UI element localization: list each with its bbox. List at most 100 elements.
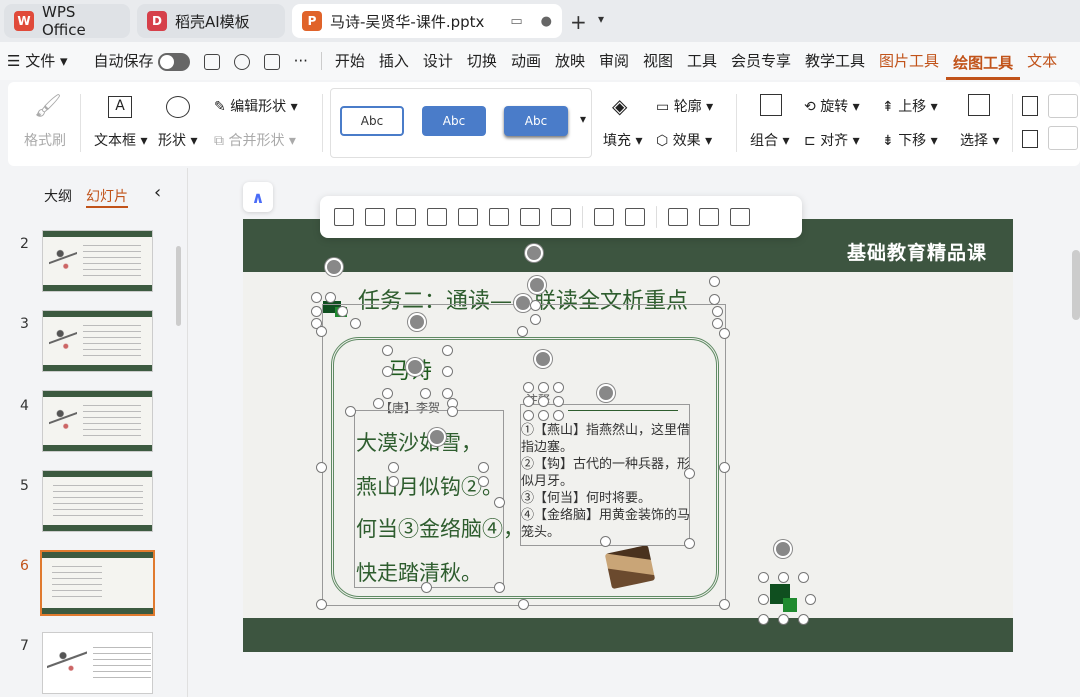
resize-handle[interactable] xyxy=(420,388,431,399)
tab-current-pptx[interactable]: P 马诗-吴贤华-课件.pptx ▭ ● xyxy=(292,4,562,38)
resize-handle[interactable] xyxy=(538,396,549,407)
collapse-panel-icon[interactable]: ‹ xyxy=(154,182,161,203)
menu-item-transition[interactable]: 切换 xyxy=(460,42,504,80)
resize-handle[interactable] xyxy=(316,326,327,337)
resize-handle[interactable] xyxy=(478,476,489,487)
resize-handle[interactable] xyxy=(316,462,327,473)
textbox-button[interactable]: 文本框 ▾ xyxy=(94,130,147,150)
autosave-toggle[interactable]: 自动保存 xyxy=(87,42,197,80)
unsaved-dot-icon[interactable]: ● xyxy=(541,14,552,29)
align-middle-icon[interactable] xyxy=(489,208,509,226)
resize-handle[interactable] xyxy=(494,582,505,593)
resize-handle[interactable] xyxy=(709,294,720,305)
resize-handle[interactable] xyxy=(684,468,695,479)
align-top-icon[interactable] xyxy=(458,208,478,226)
window-icon[interactable]: ▭ xyxy=(510,14,522,29)
resize-handle[interactable] xyxy=(709,276,720,287)
resize-handle[interactable] xyxy=(447,406,458,417)
format-painter-button[interactable]: 格式刷 xyxy=(24,130,66,150)
resize-handle[interactable] xyxy=(530,300,541,311)
style-sample-shadow[interactable]: Abc xyxy=(504,106,568,136)
send-backward-button[interactable]: ⇟ 下移 ▾ xyxy=(882,130,938,150)
resize-handle[interactable] xyxy=(518,599,529,610)
resize-handle[interactable] xyxy=(478,462,489,473)
resize-handle[interactable] xyxy=(538,382,549,393)
resize-handle[interactable] xyxy=(805,594,816,605)
resize-handle[interactable] xyxy=(553,410,564,421)
resize-handle[interactable] xyxy=(798,572,809,583)
align-left-icon[interactable] xyxy=(365,208,385,226)
bring-forward-button[interactable]: ⇞ 上移 ▾ xyxy=(882,96,938,116)
resize-handle[interactable] xyxy=(388,476,399,487)
group-objects-icon[interactable] xyxy=(668,208,688,226)
resize-handle[interactable] xyxy=(758,572,769,583)
menu-item-start[interactable]: 开始 xyxy=(328,42,372,80)
resize-handle[interactable] xyxy=(758,594,769,605)
resize-handle[interactable] xyxy=(523,410,534,421)
resize-handle[interactable] xyxy=(373,398,384,409)
slide-thumbnail-selected[interactable] xyxy=(40,550,155,616)
group-button[interactable]: 组合 ▾ xyxy=(750,130,789,150)
canvas-scrollbar[interactable] xyxy=(1072,250,1080,320)
menu-item-design[interactable]: 设计 xyxy=(416,42,460,80)
resize-handle[interactable] xyxy=(311,292,322,303)
select-button[interactable]: 选择 ▾ xyxy=(960,130,999,150)
fill-button[interactable]: 填充 ▾ xyxy=(603,130,642,150)
slide-thumbnail[interactable] xyxy=(42,230,153,292)
menu-item-drawing-tools[interactable]: 绘图工具 xyxy=(946,46,1021,80)
rotate-handle-icon[interactable] xyxy=(428,428,446,446)
tab-wps-office[interactable]: W WPS Office xyxy=(4,3,130,39)
resize-handle[interactable] xyxy=(421,582,432,593)
shape-button[interactable]: 形状 ▾ xyxy=(158,130,197,150)
style-sample-outline[interactable]: Abc xyxy=(340,106,404,136)
tab-outline[interactable]: 大纲 xyxy=(44,186,72,206)
more-icon[interactable]: ··· xyxy=(287,42,315,80)
style-sample-fill[interactable]: Abc xyxy=(422,106,486,136)
decor-square-icon[interactable] xyxy=(783,598,797,612)
edit-shape-button[interactable]: ✎ 编辑形状 ▾ xyxy=(214,96,298,116)
resize-handle[interactable] xyxy=(442,366,453,377)
rotate-handle-icon[interactable] xyxy=(534,350,552,368)
slide-thumbnail[interactable] xyxy=(42,470,153,532)
ai-assistant-icon[interactable]: ∧ xyxy=(243,182,273,212)
slide-thumbnail[interactable] xyxy=(42,390,153,452)
print-icon[interactable] xyxy=(257,42,287,80)
distribute-icon[interactable] xyxy=(551,208,571,226)
resize-handle[interactable] xyxy=(382,366,393,377)
save-icon[interactable] xyxy=(197,42,227,80)
resize-handle[interactable] xyxy=(719,599,730,610)
resize-handle[interactable] xyxy=(553,382,564,393)
tab-slides[interactable]: 幻灯片 xyxy=(86,186,128,208)
select-pane-icon[interactable] xyxy=(730,208,750,226)
outline-button[interactable]: ▭ 轮廓 ▾ xyxy=(656,96,713,116)
tab-docer-ai[interactable]: D 稻壳AI模板 xyxy=(137,4,285,38)
resize-handle[interactable] xyxy=(442,345,453,356)
resize-handle[interactable] xyxy=(553,396,564,407)
new-tab-button[interactable]: + xyxy=(570,10,587,34)
resize-handle[interactable] xyxy=(684,538,695,549)
align-button[interactable]: ⊏ 对齐 ▾ xyxy=(804,130,860,150)
effect-button[interactable]: ⬡ 效果 ▾ xyxy=(656,130,712,150)
resize-handle[interactable] xyxy=(758,614,769,625)
resize-handle[interactable] xyxy=(778,614,789,625)
rotate-handle-icon[interactable] xyxy=(406,358,424,376)
align-menu-icon[interactable] xyxy=(334,208,354,226)
resize-handle[interactable] xyxy=(712,306,723,317)
menu-item-insert[interactable]: 插入 xyxy=(372,42,416,80)
resize-handle[interactable] xyxy=(382,388,393,399)
menu-item-teaching[interactable]: 教学工具 xyxy=(798,42,872,80)
slide-thumbnail[interactable] xyxy=(42,632,153,694)
resize-handle[interactable] xyxy=(719,462,730,473)
resize-handle[interactable] xyxy=(798,614,809,625)
rotate-button[interactable]: ⟲ 旋转 ▾ xyxy=(804,96,860,116)
slide-thumbnail[interactable] xyxy=(42,310,153,372)
align-center-icon[interactable] xyxy=(396,208,416,226)
resize-handle[interactable] xyxy=(517,326,528,337)
rotate-handle-icon[interactable] xyxy=(528,276,546,294)
resize-handle[interactable] xyxy=(345,406,356,417)
export-icon[interactable] xyxy=(227,42,257,80)
distribute-vertical-icon[interactable] xyxy=(625,208,645,226)
panel-scrollbar[interactable] xyxy=(176,246,181,326)
rotate-handle-icon[interactable] xyxy=(408,313,426,331)
resize-handle[interactable] xyxy=(311,306,322,317)
